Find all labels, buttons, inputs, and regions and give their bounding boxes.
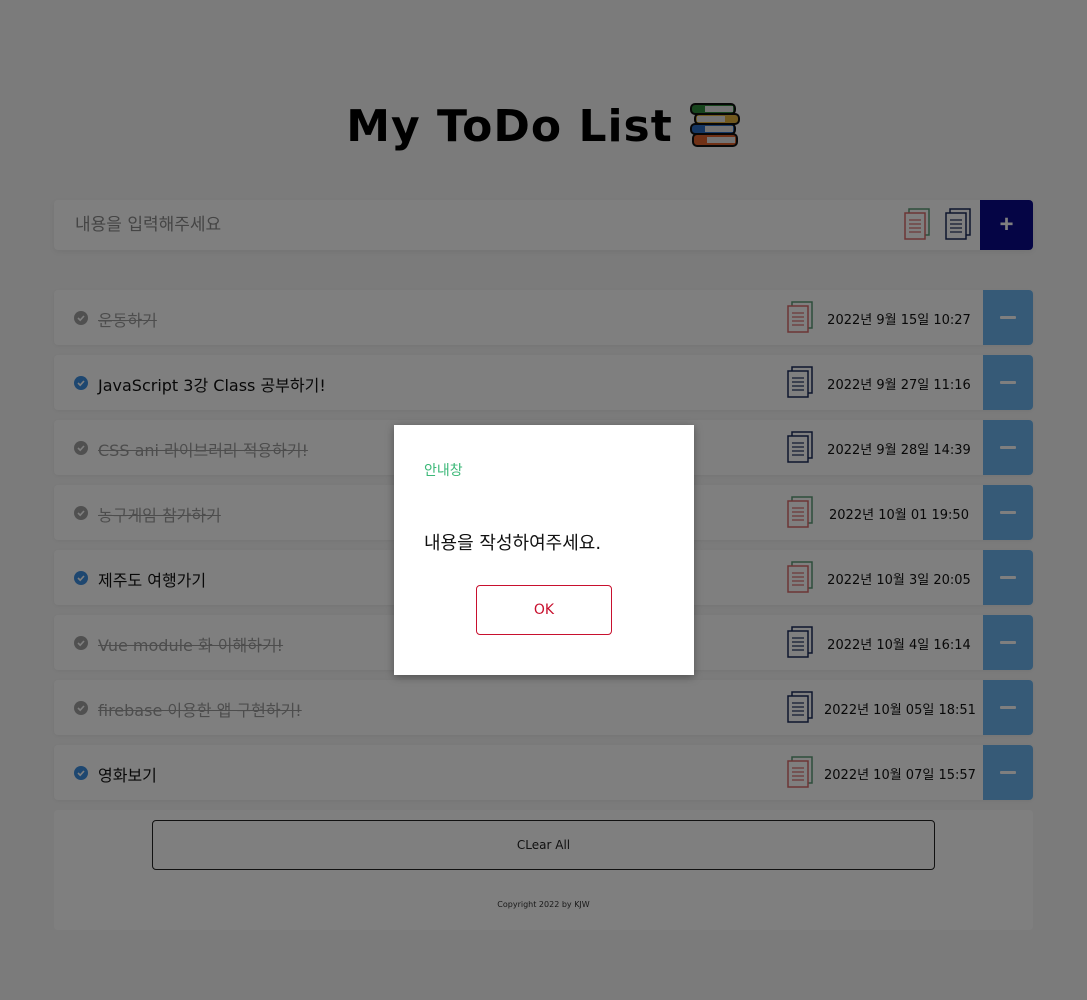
modal-title: 안내창 — [424, 463, 463, 479]
ok-button[interactable]: OK — [476, 585, 612, 635]
alert-modal: 안내창 내용을 작성하여주세요. OK — [394, 425, 694, 675]
modal-message: 내용을 작성하여주세요. — [424, 533, 602, 554]
